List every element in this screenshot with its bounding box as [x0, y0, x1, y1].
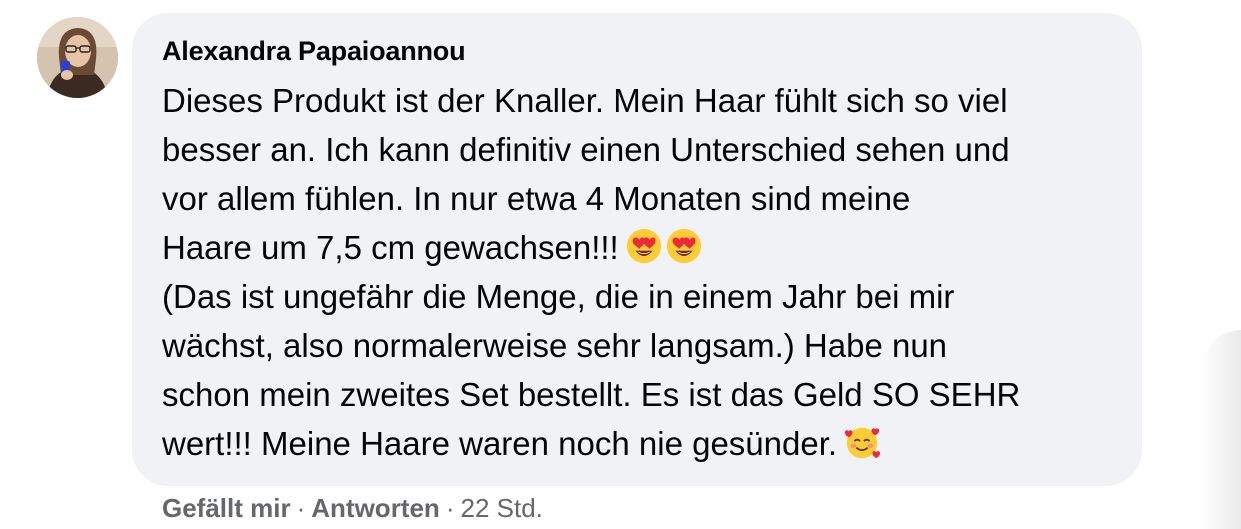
smiling-face-with-hearts-emoji: [844, 427, 881, 459]
timestamp[interactable]: 22 Std.: [460, 493, 542, 523]
comment-author[interactable]: Alexandra Papaioannou: [162, 36, 466, 67]
heart-eyes-emoji: [666, 228, 701, 264]
like-button[interactable]: Gefällt mir: [162, 493, 291, 523]
reply-button[interactable]: Antworten: [311, 493, 440, 523]
comment-line: besser an. Ich kann definitiv einen Unte…: [162, 131, 1010, 168]
comment-line: vor allem fühlen. In nur etwa 4 Monaten …: [162, 180, 911, 217]
comment-line-text: Haare um 7,5 cm gewachsen!!!: [162, 229, 619, 266]
comment-line: (Das ist ungefähr die Menge, die in eine…: [162, 278, 955, 315]
comment-line: schon mein zweites Set bestellt. Es ist …: [162, 376, 1021, 413]
comment-line-with-emoji: Haare um 7,5 cm gewachsen!!!: [162, 223, 1137, 272]
avatar[interactable]: [37, 17, 118, 98]
comment-actions: Gefällt mir · Antworten · 22 Std.: [162, 493, 543, 524]
comment-line: Dieses Produkt ist der Knaller. Mein Haa…: [162, 82, 1008, 119]
separator: ·: [445, 493, 455, 523]
separator: ·: [296, 493, 306, 523]
heart-eyes-emoji: [626, 228, 661, 264]
comment-line-text: wert!!! Meine Haare waren noch nie gesün…: [162, 425, 838, 462]
comment-line: wächst, also normalerweise sehr langsam.…: [162, 327, 948, 364]
comment-line-with-emoji: wert!!! Meine Haare waren noch nie gesün…: [162, 419, 1137, 468]
comment-body: Dieses Produkt ist der Knaller. Mein Haa…: [162, 76, 1137, 468]
scroll-edge-shade: [1201, 330, 1241, 529]
